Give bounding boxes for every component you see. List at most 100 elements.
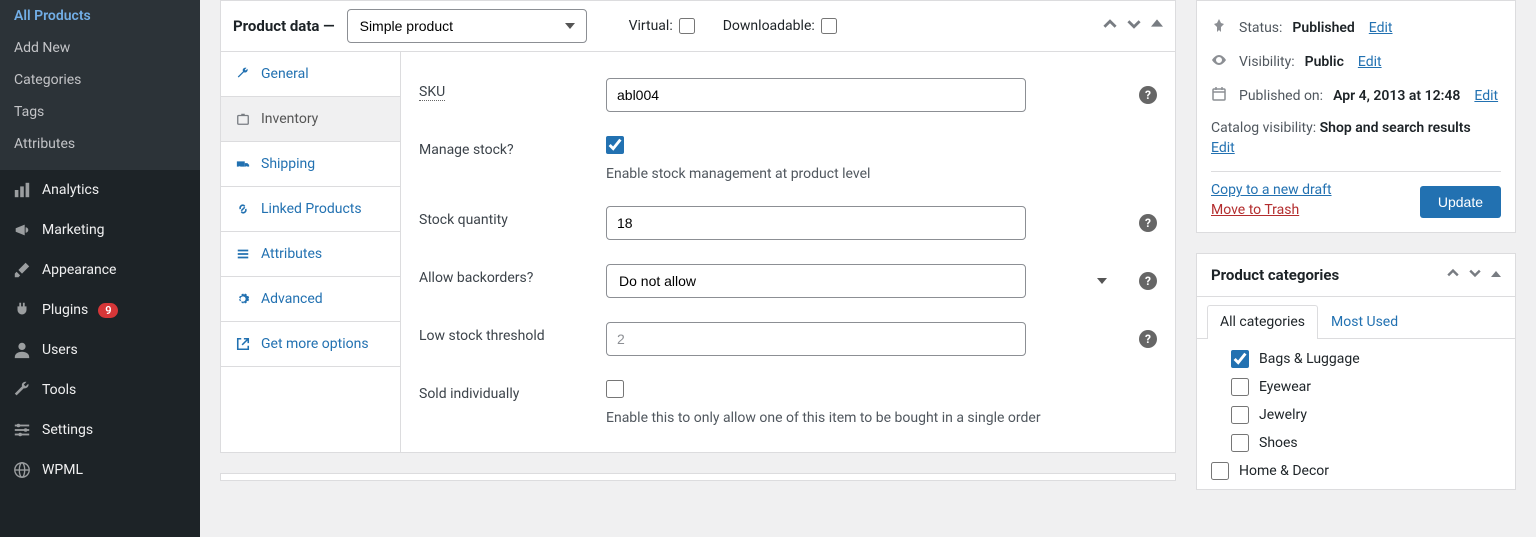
category-checkbox[interactable] [1231, 406, 1249, 424]
sku-input[interactable] [606, 78, 1026, 112]
panel-up-icon[interactable] [1447, 267, 1459, 283]
edit-date-link[interactable]: Edit [1474, 88, 1498, 104]
category-item[interactable]: Shoes [1211, 429, 1501, 457]
sold-individually-label: Sold individually [419, 380, 594, 402]
submenu-add-new[interactable]: Add New [0, 32, 200, 64]
panel-up-icon[interactable] [1103, 17, 1117, 35]
stock-qty-label: Stock quantity [419, 206, 594, 228]
admin-sidebar: All Products Add New Categories Tags Att… [0, 0, 200, 537]
pin-icon [1211, 18, 1229, 38]
next-panel [220, 473, 1176, 481]
plugins-badge: 9 [98, 303, 118, 318]
product-type-select[interactable]: Simple product [347, 9, 587, 43]
menu-marketing[interactable]: Marketing [0, 210, 200, 250]
sold-individually-checkbox[interactable] [606, 380, 624, 398]
tab-linked-products[interactable]: Linked Products [221, 187, 400, 232]
external-icon [235, 336, 251, 352]
tab-attributes[interactable]: Attributes [221, 232, 400, 277]
submenu-all-products[interactable]: All Products [0, 0, 200, 32]
menu-analytics[interactable]: Analytics [0, 170, 200, 210]
submenu-tags[interactable]: Tags [0, 96, 200, 128]
product-categories-panel: Product categories All categories Most U… [1196, 253, 1516, 490]
menu-appearance[interactable]: Appearance [0, 250, 200, 290]
truck-icon [235, 156, 251, 172]
sliders-icon [12, 420, 32, 440]
help-icon[interactable]: ? [1139, 272, 1157, 290]
tab-shipping[interactable]: Shipping [221, 142, 400, 187]
category-checkbox[interactable] [1231, 378, 1249, 396]
published-row: Published on: Apr 4, 2013 at 12:48 Edit [1211, 79, 1501, 113]
chart-bar-icon [12, 180, 32, 200]
panel-toggle-icon[interactable] [1491, 267, 1501, 283]
menu-users[interactable]: Users [0, 330, 200, 370]
manage-stock-checkbox[interactable] [606, 136, 624, 154]
sold-individually-help: Enable this to only allow one of this it… [606, 410, 1157, 426]
menu-wpml[interactable]: WPML [0, 450, 200, 490]
move-trash-link[interactable]: Move to Trash [1211, 202, 1332, 218]
eye-icon [1211, 52, 1229, 72]
visibility-row: Visibility: Public Edit [1211, 45, 1501, 79]
product-data-panel: Product data — Simple product Virtual: D… [220, 0, 1176, 453]
categories-title: Product categories [1211, 266, 1339, 284]
virtual-option[interactable]: Virtual: [629, 18, 695, 34]
product-data-tabs: General Inventory Shipping Linked Produc… [221, 52, 401, 452]
category-checkbox[interactable] [1211, 462, 1229, 480]
link-icon [235, 201, 251, 217]
menu-plugins[interactable]: Plugins 9 [0, 290, 200, 330]
category-item[interactable]: Jewelry [1211, 401, 1501, 429]
category-checkbox[interactable] [1231, 434, 1249, 452]
tab-get-more[interactable]: Get more options [221, 322, 400, 367]
tab-most-used[interactable]: Most Used [1318, 305, 1411, 338]
low-stock-input[interactable] [606, 322, 1026, 356]
category-item[interactable]: Home & Decor [1211, 457, 1501, 485]
tab-inventory[interactable]: Inventory [221, 97, 400, 142]
manage-stock-help: Enable stock management at product level [606, 166, 1157, 182]
edit-visibility-link[interactable]: Edit [1358, 54, 1382, 70]
calendar-icon [1211, 86, 1229, 106]
category-item[interactable]: Bags & Luggage [1211, 345, 1501, 373]
help-icon[interactable]: ? [1139, 86, 1157, 104]
tab-advanced[interactable]: Advanced [221, 277, 400, 322]
brush-icon [12, 260, 32, 280]
stock-qty-input[interactable] [606, 206, 1026, 240]
user-icon [12, 340, 32, 360]
menu-settings[interactable]: Settings [0, 410, 200, 450]
downloadable-option[interactable]: Downloadable: [723, 18, 837, 34]
panel-title: Product data — [233, 17, 335, 35]
globe-icon [12, 460, 32, 480]
help-icon[interactable]: ? [1139, 214, 1157, 232]
tab-all-categories[interactable]: All categories [1207, 305, 1318, 339]
manage-stock-label: Manage stock? [419, 136, 594, 158]
products-submenu: All Products Add New Categories Tags Att… [0, 0, 200, 170]
inventory-form: SKU ? Manage stock? Enable stock managem… [401, 52, 1175, 452]
low-stock-label: Low stock threshold [419, 322, 594, 344]
help-icon[interactable]: ? [1139, 330, 1157, 348]
panel-down-icon[interactable] [1469, 267, 1481, 283]
panel-toggle-icon[interactable] [1151, 17, 1163, 35]
menu-tools[interactable]: Tools [0, 370, 200, 410]
status-row: Status: Published Edit [1211, 11, 1501, 45]
gear-icon [235, 291, 251, 307]
catalog-visibility: Catalog visibility: Shop and search resu… [1211, 113, 1501, 163]
publish-box: Status: Published Edit Visibility: Publi… [1196, 0, 1516, 233]
downloadable-checkbox[interactable] [821, 18, 837, 34]
tab-general[interactable]: General [221, 52, 400, 97]
backorders-select[interactable]: Do not allow [606, 264, 1026, 298]
categories-list[interactable]: Bags & Luggage Eyewear Jewelry Shoes Hom… [1197, 339, 1515, 489]
update-button[interactable]: Update [1420, 186, 1501, 218]
inventory-icon [235, 111, 251, 127]
copy-draft-link[interactable]: Copy to a new draft [1211, 182, 1332, 198]
wrench-icon [235, 66, 251, 82]
backorders-label: Allow backorders? [419, 264, 594, 286]
submenu-attributes[interactable]: Attributes [0, 128, 200, 160]
plug-icon [12, 300, 32, 320]
wrench-icon [12, 380, 32, 400]
list-icon [235, 246, 251, 262]
edit-catalog-link[interactable]: Edit [1211, 140, 1235, 156]
category-checkbox[interactable] [1231, 350, 1249, 368]
edit-status-link[interactable]: Edit [1369, 20, 1393, 36]
category-item[interactable]: Eyewear [1211, 373, 1501, 401]
submenu-categories[interactable]: Categories [0, 64, 200, 96]
virtual-checkbox[interactable] [679, 18, 695, 34]
panel-down-icon[interactable] [1127, 17, 1141, 35]
